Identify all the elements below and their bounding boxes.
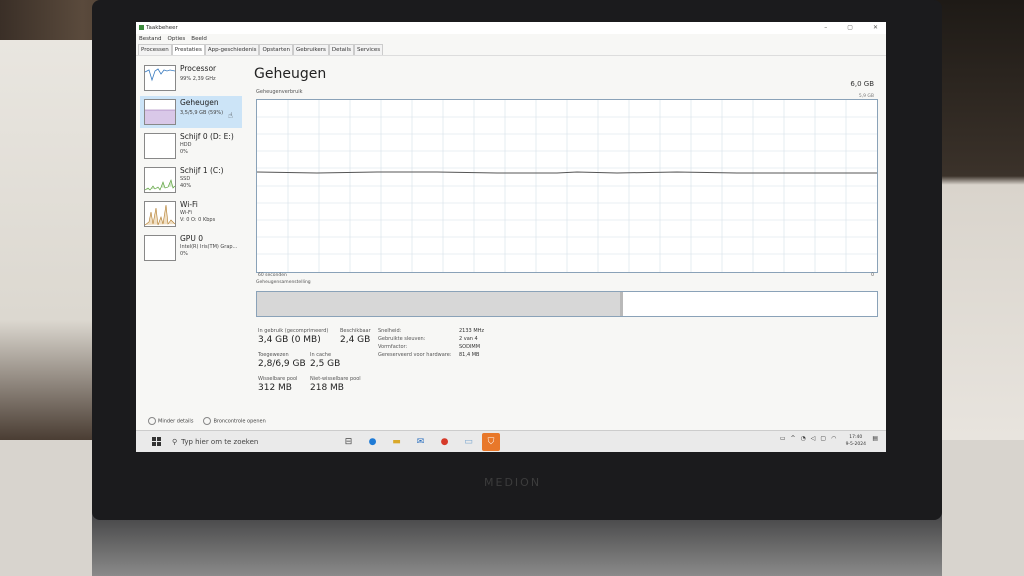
chevron-up-icon — [148, 417, 156, 425]
stat-available: Beschikbaar 2,4 GB — [340, 328, 371, 345]
sidebar-item-sub: Intel(R) Iris(TM) Grap... — [180, 244, 238, 250]
sidebar-item-label: Geheugen — [180, 98, 219, 107]
taskbar-search[interactable]: ⚲ Typ hier om te zoeken — [172, 433, 332, 450]
resource-monitor-icon — [203, 417, 212, 425]
task-manager-icon — [139, 25, 144, 30]
maximize-button[interactable]: ▢ — [847, 24, 853, 31]
sidebar-item-label: Schijf 0 (D: E:) — [180, 132, 234, 141]
tab-services[interactable]: Services — [353, 44, 384, 55]
memory-composition-used — [257, 292, 623, 316]
sidebar-item-sub2: V: 0 O: 0 Kbps — [180, 217, 216, 223]
sidebar-item-sub2: 0% — [180, 251, 188, 257]
file-explorer-icon[interactable]: ▬ — [390, 435, 403, 448]
stat-in-use: In gebruik (gecomprimeerd) 3,4 GB (0 MB) — [258, 328, 329, 345]
menu-bestand[interactable]: Bestand — [139, 34, 162, 44]
laptop-brand: MEDION — [484, 476, 542, 489]
tab-processen[interactable]: Processen — [138, 44, 172, 55]
gpu-thumbnail — [144, 235, 176, 261]
tab-strip: Processen Prestaties App-geschiedenis Op… — [136, 44, 886, 56]
sidebar-item-sub2: 40% — [180, 183, 192, 189]
stat-nonpaged-pool: Niet-wisselbare pool 218 MB — [310, 376, 361, 393]
screen: Taakbeheer – ▢ ✕ Bestand Opties Beeld Pr… — [136, 22, 886, 452]
tab-opstarten[interactable]: Opstarten — [259, 44, 293, 55]
taskbar: ⚲ Typ hier om te zoeken ⊟ ● ▬ ✉ ● ▭ ⛉ ▭ … — [136, 430, 886, 452]
resource-monitor-link[interactable]: Broncontrole openen — [203, 417, 266, 425]
sidebar-item-gpu-0[interactable]: GPU 0 Intel(R) Iris(TM) Grap... 0% — [140, 232, 242, 264]
wifi-thumbnail — [144, 201, 176, 227]
notification-icon[interactable]: ▤ — [872, 435, 878, 442]
edge-icon[interactable]: ● — [366, 435, 379, 448]
info-row-reserved: Gereserveerd voor hardware: 81,4 MB — [378, 352, 480, 358]
sidebar-item-sub: 3,5/5,9 GB (59%) — [180, 110, 224, 116]
performance-sidebar: Processor 99% 2,39 GHz Geheugen 3,5/5,9 … — [136, 62, 246, 422]
memory-total: 6,0 GB — [850, 80, 874, 88]
sidebar-item-wifi[interactable]: Wi-Fi Wi-Fi V: 0 O: 0 Kbps — [140, 198, 242, 230]
menu-beeld[interactable]: Beeld — [191, 34, 207, 44]
app-red-icon[interactable]: ● — [438, 435, 451, 448]
info-row-slots: Gebruikte sleuven: 2 van 4 — [378, 336, 478, 342]
stat-paged-pool: Wisselbare pool 312 MB — [258, 376, 298, 393]
menu-bar: Bestand Opties Beeld — [136, 34, 886, 44]
wifi-icon[interactable]: ◠ — [831, 435, 836, 442]
info-row-speed: Snelheid: 2133 MHz — [378, 328, 485, 334]
sidebar-item-label: GPU 0 — [180, 234, 203, 243]
memory-composition-label: Geheugensamenstelling — [256, 280, 311, 285]
title-bar: Taakbeheer – ▢ ✕ — [136, 22, 886, 34]
sidebar-item-label: Processor — [180, 64, 217, 73]
sidebar-item-sub: HDD — [180, 142, 192, 148]
memory-thumbnail — [144, 99, 176, 125]
sidebar-item-label: Wi-Fi — [180, 200, 198, 209]
photos-icon[interactable]: ▭ — [462, 435, 475, 448]
memory-hardware-info: Snelheid: 2133 MHz Gebruikte sleuven: 2 va… — [378, 328, 484, 360]
sidebar-item-label: Schijf 1 (C:) — [180, 166, 224, 175]
sidebar-item-schijf-0[interactable]: Schijf 0 (D: E:) HDD 0% — [140, 130, 242, 162]
disk1-thumbnail — [144, 167, 176, 193]
graph-svg — [256, 100, 877, 272]
search-icon: ⚲ — [172, 437, 178, 446]
task-view-icon[interactable]: ⊟ — [342, 435, 355, 448]
sidebar-item-sub: 99% 2,39 GHz — [180, 76, 216, 82]
tab-details[interactable]: Details — [328, 44, 354, 55]
tab-gebruikers[interactable]: Gebruikers — [292, 44, 329, 55]
taskbar-clock[interactable]: 17:40 9-5-2024 — [846, 434, 866, 448]
minimize-button[interactable]: – — [824, 24, 827, 31]
sidebar-item-sub2: 0% — [180, 149, 188, 155]
display-icon[interactable]: ▢ — [820, 435, 826, 442]
close-button[interactable]: ✕ — [873, 24, 878, 31]
taskbar-time: 17:40 — [849, 435, 863, 440]
windows-start-icon[interactable] — [152, 437, 161, 446]
footer: Minder details Broncontrole openen — [148, 417, 266, 425]
sidebar-item-sub: SSD — [180, 176, 191, 182]
task-manager-taskbar-icon[interactable]: ⛉ — [482, 433, 500, 451]
search-placeholder: Typ hier om te zoeken — [181, 437, 259, 446]
less-details-link[interactable]: Minder details — [148, 417, 193, 425]
chevron-up-icon[interactable]: ^ — [791, 435, 796, 442]
volume-icon[interactable]: ◁ — [811, 435, 816, 442]
network-icon[interactable]: ◔ — [801, 435, 806, 442]
memory-usage-label: Geheugenverbruik — [256, 89, 303, 95]
sidebar-item-schijf-1[interactable]: Schijf 1 (C:) SSD 40% — [140, 164, 242, 196]
menu-opties[interactable]: Opties — [168, 34, 186, 44]
memory-usage-graph — [256, 99, 878, 273]
processor-thumbnail — [144, 65, 176, 91]
window-controls: – ▢ ✕ — [824, 24, 878, 31]
sidebar-item-sub: Wi-Fi — [180, 210, 192, 216]
graph-axis-right: 0 — [871, 273, 874, 278]
tab-app-geschiedenis[interactable]: App-geschiedenis — [204, 44, 260, 55]
battery-icon[interactable]: ▭ — [780, 435, 786, 442]
taskbar-date: 9-5-2024 — [845, 442, 866, 447]
memory-composition-bar — [256, 291, 878, 317]
sidebar-item-geheugen[interactable]: Geheugen 3,5/5,9 GB (59%) ☝ — [140, 96, 242, 128]
mouse-cursor-icon: ☝ — [228, 111, 233, 120]
page-title: Geheugen — [254, 66, 327, 82]
graph-axis-left: 60 seconden — [258, 273, 287, 278]
info-row-formfactor: Vormfactor: SODIMM — [378, 344, 481, 350]
window-title: Taakbeheer — [146, 25, 178, 31]
disk0-thumbnail — [144, 133, 176, 159]
tab-prestaties[interactable]: Prestaties — [171, 44, 205, 55]
stat-cached: In cache 2,5 GB — [310, 352, 341, 369]
sidebar-item-processor[interactable]: Processor 99% 2,39 GHz — [140, 62, 242, 94]
stat-committed: Toegewezen 2,8/6,9 GB — [258, 352, 306, 369]
mail-icon[interactable]: ✉ — [414, 435, 427, 448]
